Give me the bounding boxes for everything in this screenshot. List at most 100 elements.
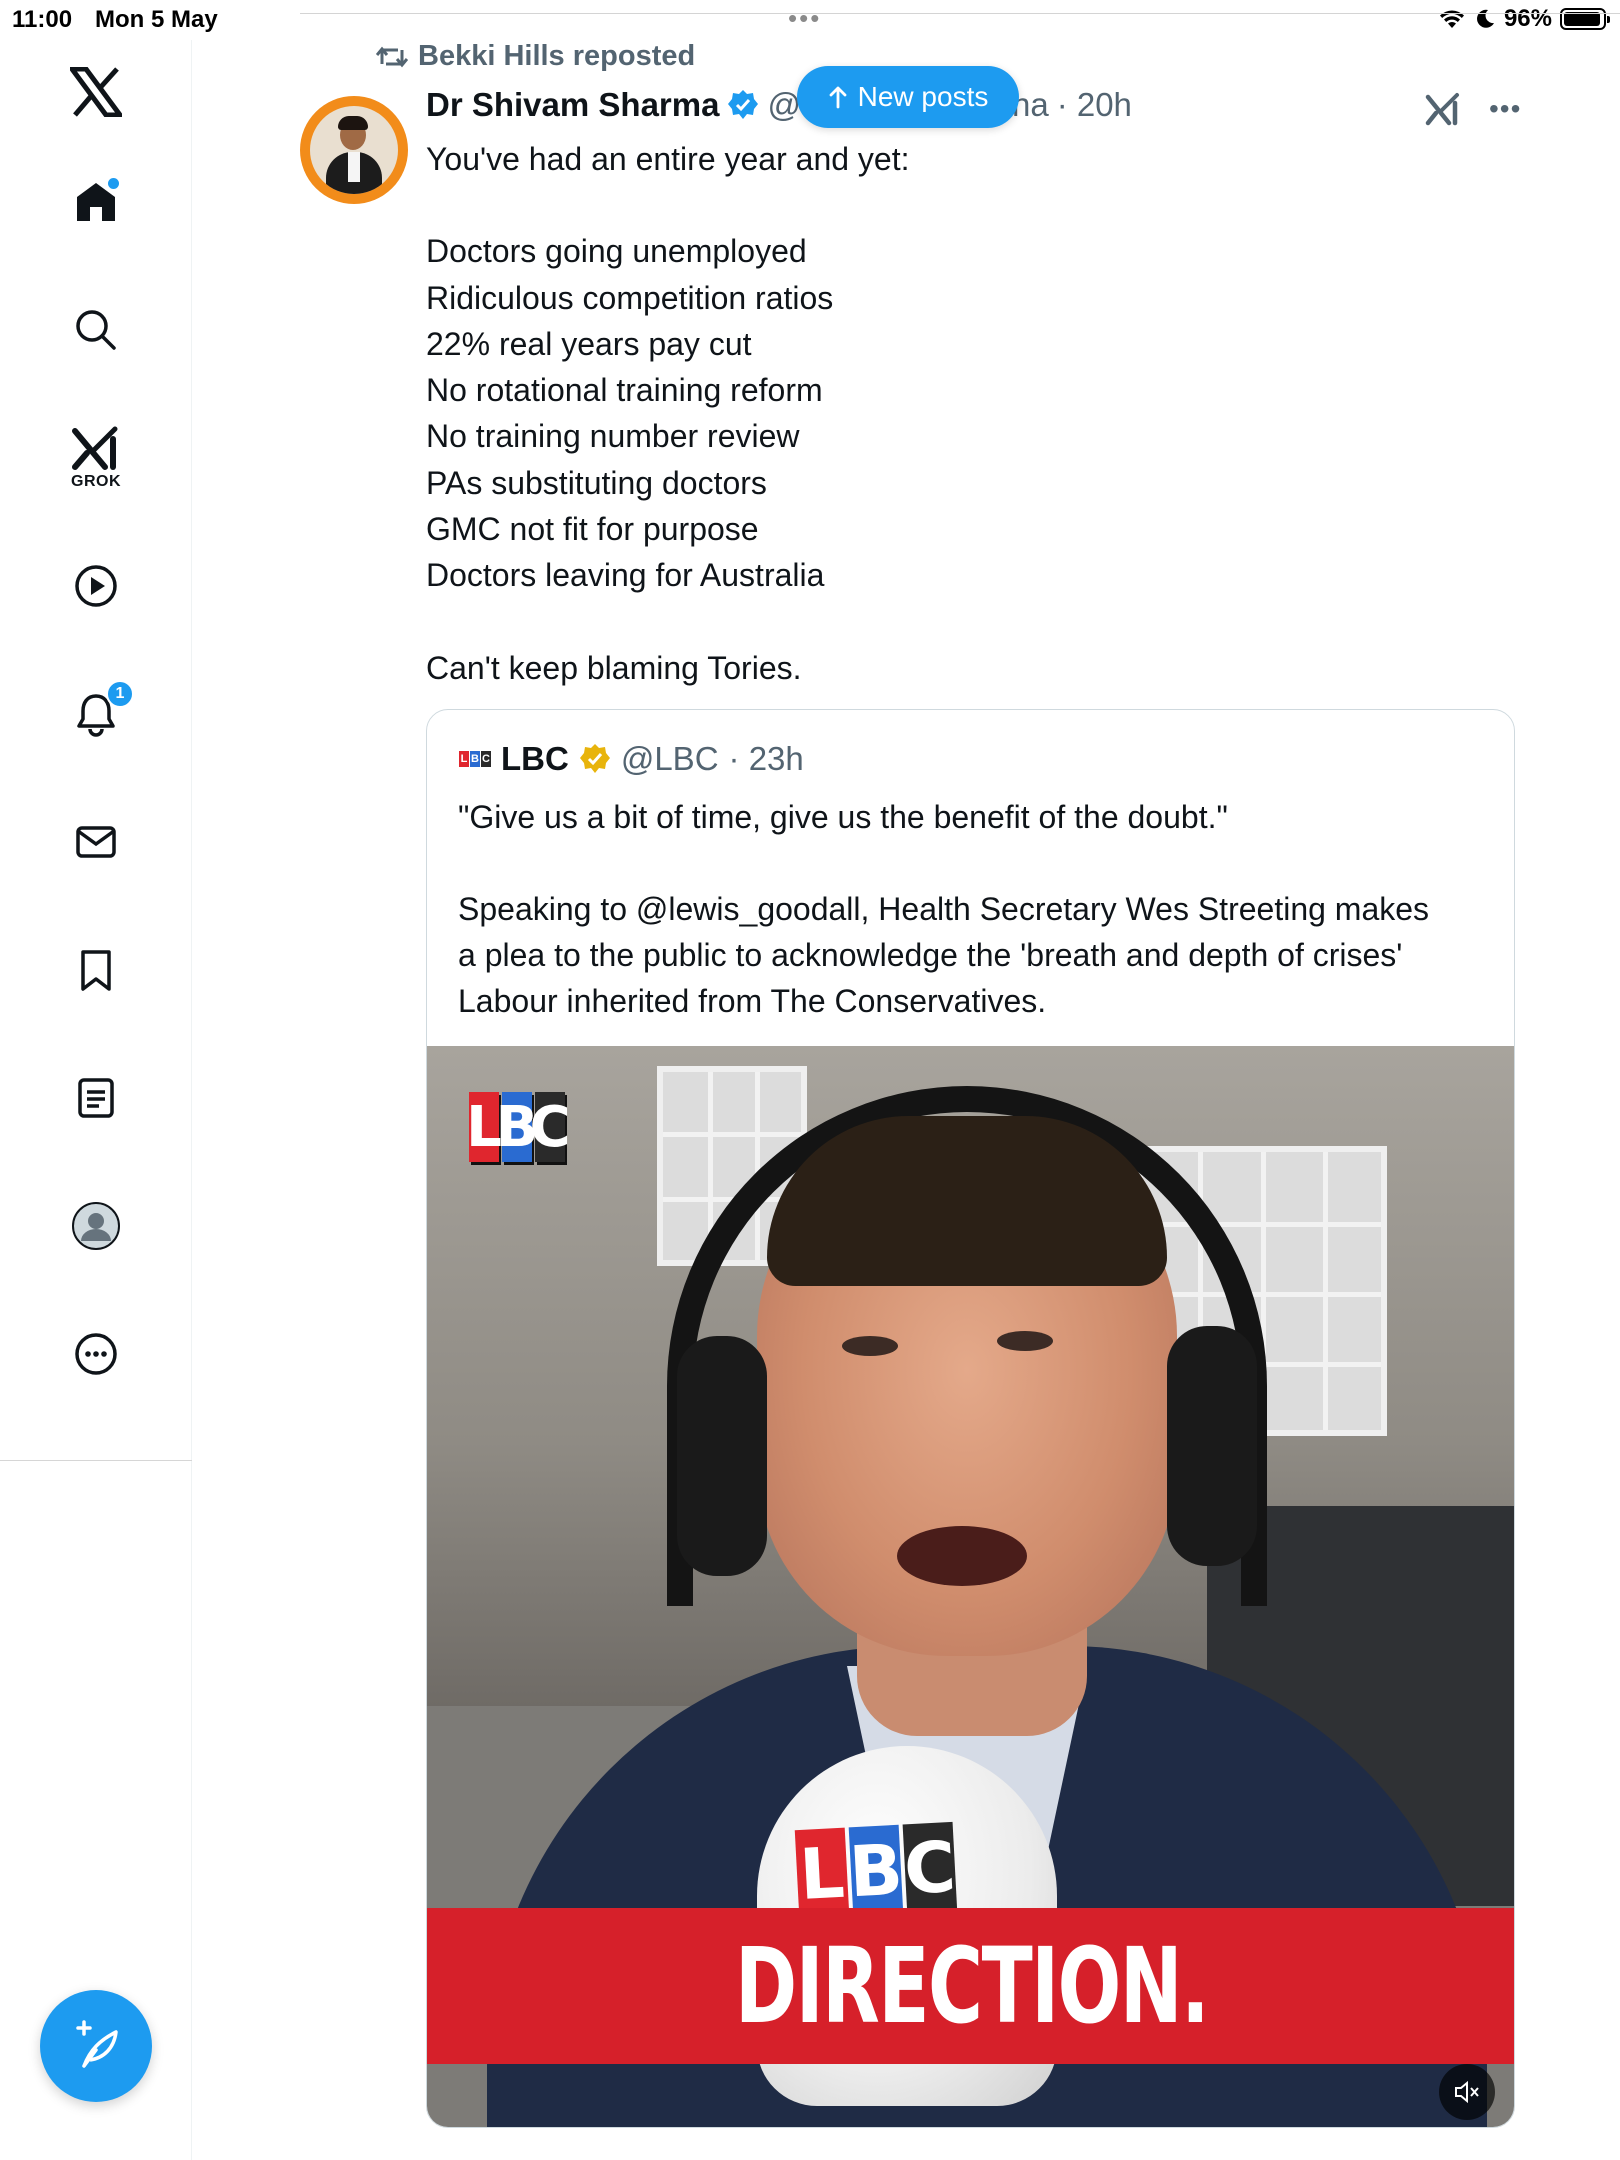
logo-letter: L [459, 751, 469, 767]
notification-badge: 1 [106, 680, 134, 708]
more-icon [75, 1333, 117, 1375]
tweet-line: No training number review [426, 418, 800, 455]
tweet-line: No rotational training reform [426, 372, 823, 409]
mute-button[interactable] [1439, 2064, 1495, 2120]
profile-icon [72, 1202, 120, 1250]
avatar[interactable] [300, 96, 408, 204]
avatar-photo [310, 106, 398, 194]
quote-author-name[interactable]: LBC [501, 740, 569, 778]
video-person-eye [997, 1331, 1053, 1351]
avatar-shirt [348, 152, 360, 182]
more-options-icon[interactable]: ••• [1489, 95, 1521, 123]
repost-icon [376, 46, 408, 67]
mic-lbc-logo: L B C [794, 1821, 958, 1921]
video-person-mouth [897, 1526, 1027, 1586]
tweet-header-actions: ••• [1425, 92, 1521, 126]
quote-line: Labour inherited from The Conservatives. [458, 983, 1047, 1019]
home-unread-dot [108, 178, 119, 189]
grok-icon[interactable] [1425, 92, 1461, 126]
status-right: 96% [1438, 5, 1610, 33]
status-bar: 11:00 Mon 5 May ••• 96% [0, 0, 1620, 40]
logo-letter: L [794, 1827, 850, 1921]
quote-line: Speaking to @lewis_goodall, Health Secre… [458, 891, 1430, 927]
verified-badge-icon [728, 90, 759, 119]
sidebar-divider [0, 1460, 192, 1461]
mute-icon [1455, 2080, 1479, 2104]
sidebar-item-grok[interactable]: GROK [48, 410, 144, 506]
video-headphone-cup [1167, 1326, 1257, 1566]
status-time: 11:00 [12, 6, 73, 33]
repost-context[interactable]: Bekki Hills reposted [376, 40, 695, 73]
sidebar-item-lists[interactable] [48, 1050, 144, 1146]
logo-letter: B [496, 1092, 538, 1162]
quote-line [458, 840, 1498, 886]
battery-level [1564, 12, 1601, 26]
quote-timestamp[interactable]: · 23h [729, 740, 804, 778]
battery-percent: 96% [1503, 5, 1552, 32]
tweet-line: You've had an entire year and yet: [426, 141, 910, 177]
logo-letter: B [470, 751, 480, 767]
repost-label: Bekki Hills reposted [418, 40, 696, 72]
sidebar-item-home[interactable] [48, 154, 144, 250]
sidebar-item-bookmarks[interactable] [48, 922, 144, 1018]
quote-tweet[interactable]: L B C LBC @LBC · 23h "Give us a bit of t… [426, 709, 1515, 2128]
lbc-avatar-logo[interactable]: L B C [459, 751, 491, 767]
logo-letter: B [847, 1824, 905, 1918]
battery-icon [1560, 8, 1610, 30]
quote-text: "Give us a bit of time, give us the bene… [458, 794, 1498, 1024]
new-posts-button[interactable]: New posts [797, 66, 1019, 128]
tweet-text: You've had an entire year and yet: Docto… [426, 136, 1516, 691]
tweet-timestamp[interactable]: · 20h [1057, 86, 1132, 124]
sidebar-item-videos[interactable] [48, 538, 144, 634]
moon-icon [1477, 9, 1494, 28]
tweet-line [426, 599, 1516, 645]
video-person-hair [767, 1116, 1167, 1286]
multitasking-dots-icon[interactable]: ••• [788, 5, 821, 31]
video-caption-bar: DIRECTION. [427, 1908, 1514, 2064]
avatar-hair [338, 116, 368, 130]
status-date: Mon 5 May [95, 6, 218, 33]
quote-author-handle[interactable]: @LBC [621, 740, 719, 778]
grok-icon [72, 426, 118, 470]
video-player[interactable]: L B C L B C DIRECTION. [427, 1046, 1514, 2127]
video-corner-lbc-logo: L B C [466, 1092, 571, 1162]
sidebar-item-messages[interactable] [48, 794, 144, 890]
top-divider [300, 13, 1620, 14]
compose-button[interactable] [40, 1990, 152, 2102]
tweet-line: Doctors leaving for Australia [426, 557, 825, 594]
tweet-line: Ridiculous competition ratios [426, 279, 834, 316]
logo-letter: C [481, 751, 491, 767]
logo-letter: C [529, 1092, 571, 1162]
mail-icon [76, 826, 116, 858]
tweet-line: Doctors going unemployed [426, 233, 807, 270]
search-icon [76, 310, 116, 350]
list-icon [78, 1078, 114, 1118]
sidebar-item-more[interactable] [48, 1306, 144, 1402]
author-handle[interactable]: @ [767, 86, 801, 124]
sidebar-item-label: GROK [71, 473, 121, 490]
video-headphone-cup [677, 1336, 767, 1576]
new-posts-label: New posts [857, 81, 989, 112]
sidebar-item-notifications[interactable]: 1 [48, 666, 144, 762]
logo-letter: L [466, 1092, 502, 1162]
bookmark-icon [81, 950, 111, 991]
tweet-line: GMC not fit for purpose [426, 511, 759, 548]
video-caption: DIRECTION. [734, 1925, 1210, 2047]
quote-line: a plea to the public to acknowledge the … [458, 937, 1403, 973]
quote-header: L B C LBC @LBC · 23h [459, 740, 804, 778]
tweet-action-bar-clipped [426, 2148, 1516, 2160]
tweet-header: Dr Shivam Sharma @ ha · 20h [426, 86, 1132, 124]
sidebar-item-profile[interactable] [48, 1178, 144, 1274]
quote-line: "Give us a bit of time, give us the bene… [458, 799, 1228, 835]
sidebar: GROK 1 [0, 40, 192, 2160]
sidebar-item-explore[interactable] [48, 282, 144, 378]
tweet-line: Can't keep blaming Tories. [426, 649, 802, 686]
tweet-line: PAs substituting doctors [426, 464, 767, 501]
video-person-eye [842, 1336, 898, 1356]
author-name[interactable]: Dr Shivam Sharma [426, 86, 719, 124]
wifi-icon [1439, 10, 1464, 28]
play-icon [75, 565, 117, 607]
arrow-up-icon [829, 86, 847, 109]
x-logo-icon[interactable] [48, 44, 144, 140]
logo-letter: C [902, 1821, 958, 1915]
